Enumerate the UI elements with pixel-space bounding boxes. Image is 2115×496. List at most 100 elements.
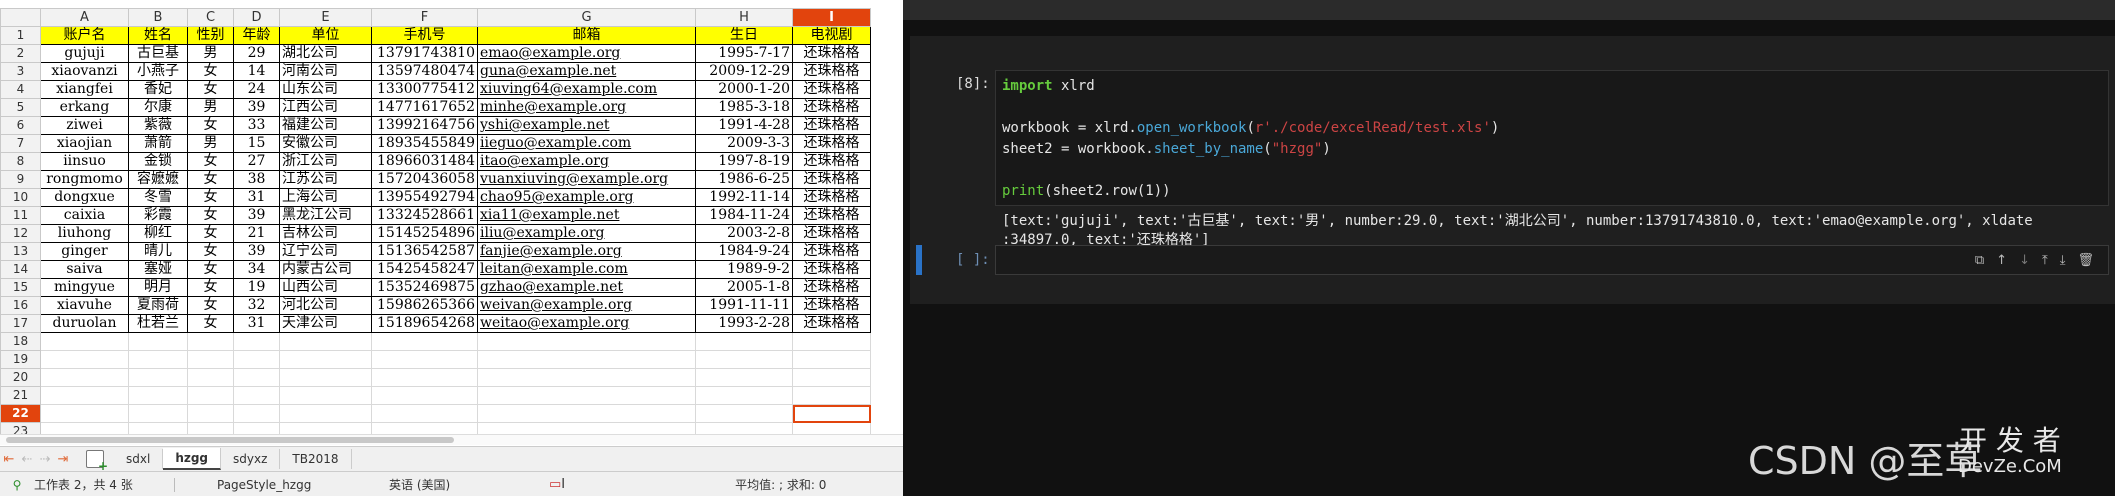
table-cell[interactable]: 吉林公司 [279, 224, 372, 243]
table-cell[interactable]: 还珠格格 [792, 278, 871, 297]
table-cell[interactable]: 还珠格格 [792, 170, 871, 189]
table-cell[interactable]: 15352469875 [371, 278, 478, 297]
table-cell[interactable]: 38 [233, 170, 280, 189]
row-number[interactable]: 3 [0, 62, 41, 81]
table-cell[interactable]: 女 [187, 224, 234, 243]
table-cell[interactable]: 1986-6-25 [695, 170, 793, 189]
corner-cell[interactable] [0, 8, 41, 27]
table-cell[interactable]: 萧箭 [128, 134, 188, 153]
code-editor[interactable]: import xlrd workbook = xlrd.open_workboo… [995, 70, 2109, 206]
row-number[interactable]: 12 [0, 224, 41, 243]
table-cell[interactable]: ginger [40, 242, 129, 261]
table-cell[interactable]: 32 [233, 296, 280, 315]
header-cell[interactable]: 年龄 [233, 26, 280, 45]
table-cell[interactable]: 香妃 [128, 80, 188, 99]
table-cell[interactable]: 还珠格格 [792, 44, 871, 63]
table-cell[interactable]: 还珠格格 [792, 62, 871, 81]
row-number[interactable]: 19 [0, 350, 41, 369]
table-cell[interactable] [371, 350, 478, 369]
table-cell[interactable]: 还珠格格 [792, 188, 871, 207]
table-cell[interactable]: 还珠格格 [792, 98, 871, 117]
table-cell[interactable]: 1995-7-17 [695, 44, 793, 63]
row-number[interactable]: 11 [0, 206, 41, 225]
empty-code-editor[interactable]: ⧉ ↑ ↓ ⤒ ⤓ 🗑 [995, 245, 2109, 275]
row-number[interactable]: 10 [0, 188, 41, 207]
table-cell[interactable] [792, 332, 871, 351]
table-cell[interactable]: emao@example.org [477, 44, 696, 63]
table-cell[interactable]: 14 [233, 62, 280, 81]
table-cell[interactable] [187, 350, 234, 369]
table-cell[interactable] [279, 404, 372, 423]
table-cell[interactable]: 1992-11-14 [695, 188, 793, 207]
table-cell[interactable]: 女 [187, 278, 234, 297]
table-cell[interactable]: 1997-8-19 [695, 152, 793, 171]
table-cell[interactable] [40, 350, 129, 369]
table-cell[interactable]: weitao@example.org [477, 314, 696, 333]
table-cell[interactable]: rongmomo [40, 170, 129, 189]
column-header-F[interactable]: F [371, 8, 478, 27]
table-cell[interactable] [233, 368, 280, 387]
row-number[interactable]: 7 [0, 134, 41, 153]
table-cell[interactable]: 明月 [128, 278, 188, 297]
table-cell[interactable]: 男 [187, 134, 234, 153]
table-cell[interactable]: 晴儿 [128, 242, 188, 261]
table-cell[interactable]: 女 [187, 188, 234, 207]
table-cell[interactable]: 18935455849 [371, 134, 478, 153]
table-cell[interactable]: liuhong [40, 224, 129, 243]
delete-icon[interactable]: 🗑 [2077, 253, 2094, 268]
table-cell[interactable] [371, 386, 478, 405]
table-cell[interactable]: xiangfei [40, 80, 129, 99]
move-up-icon[interactable]: ↑ [1996, 253, 2007, 268]
selected-cell[interactable] [792, 404, 871, 423]
row-number[interactable]: 20 [0, 368, 41, 387]
table-cell[interactable]: chao95@example.org [477, 188, 696, 207]
table-cell[interactable] [279, 386, 372, 405]
table-cell[interactable]: fanjie@example.org [477, 242, 696, 261]
table-cell[interactable]: leitan@example.com [477, 260, 696, 279]
table-cell[interactable]: 上海公司 [279, 188, 372, 207]
row-number[interactable]: 18 [0, 332, 41, 351]
table-cell[interactable]: 女 [187, 152, 234, 171]
table-cell[interactable] [695, 386, 793, 405]
table-cell[interactable]: 1991-4-28 [695, 116, 793, 135]
table-cell[interactable]: 天津公司 [279, 314, 372, 333]
table-cell[interactable] [40, 404, 129, 423]
table-cell[interactable]: 女 [187, 260, 234, 279]
table-cell[interactable] [695, 350, 793, 369]
table-cell[interactable]: 15 [233, 134, 280, 153]
table-cell[interactable] [792, 350, 871, 369]
table-cell[interactable] [128, 404, 188, 423]
empty-code-cell[interactable]: [ ]: ⧉ ↑ ↓ ⤒ ⤓ 🗑 [910, 243, 2115, 277]
table-cell[interactable] [279, 368, 372, 387]
table-cell[interactable]: 15986265366 [371, 296, 478, 315]
move-down-icon[interactable]: ↓ [2019, 253, 2030, 268]
sheet-tab[interactable]: sdyxz [221, 449, 281, 469]
table-cell[interactable] [233, 404, 280, 423]
table-cell[interactable]: 13300775412 [371, 80, 478, 99]
sheet-tab[interactable]: TB2018 [280, 449, 352, 469]
table-cell[interactable] [371, 368, 478, 387]
table-cell[interactable]: 1991-11-11 [695, 296, 793, 315]
table-cell[interactable]: 13597480474 [371, 62, 478, 81]
table-cell[interactable]: xiuving64@example.com [477, 80, 696, 99]
table-cell[interactable]: 1984-9-24 [695, 242, 793, 261]
row-number[interactable]: 5 [0, 98, 41, 117]
table-cell[interactable]: 2009-3-3 [695, 134, 793, 153]
table-cell[interactable]: 塞娅 [128, 260, 188, 279]
header-cell[interactable]: 性别 [187, 26, 234, 45]
table-cell[interactable]: mingyue [40, 278, 129, 297]
row-number[interactable]: 15 [0, 278, 41, 297]
table-cell[interactable]: 男 [187, 98, 234, 117]
table-cell[interactable]: 尔康 [128, 98, 188, 117]
table-cell[interactable]: erkang [40, 98, 129, 117]
table-cell[interactable]: 黑龙江公司 [279, 206, 372, 225]
table-cell[interactable]: 21 [233, 224, 280, 243]
table-cell[interactable] [128, 350, 188, 369]
table-cell[interactable] [371, 404, 478, 423]
header-cell[interactable]: 单位 [279, 26, 372, 45]
table-cell[interactable]: 15145254896 [371, 224, 478, 243]
table-cell[interactable]: 紫薇 [128, 116, 188, 135]
table-cell[interactable] [128, 368, 188, 387]
table-cell[interactable]: 1993-2-28 [695, 314, 793, 333]
table-cell[interactable]: iinsuo [40, 152, 129, 171]
